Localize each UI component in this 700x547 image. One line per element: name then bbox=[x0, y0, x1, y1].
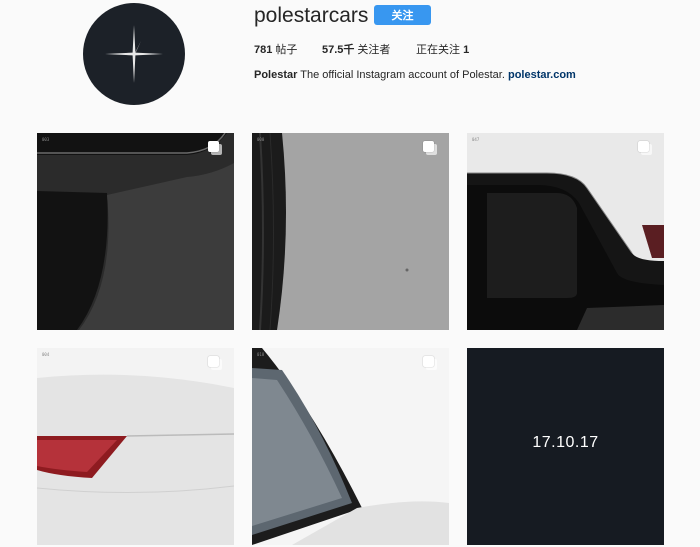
profile-bio: Polestar The official Instagram account … bbox=[254, 69, 576, 81]
profile-page: polestarcars 关注 781 帖子 57.5千 关注者 正在关注 1 Po… bbox=[0, 0, 700, 547]
post-tile[interactable]: 000 bbox=[252, 133, 449, 330]
profile-avatar[interactable] bbox=[83, 3, 185, 105]
multiple-posts-icon bbox=[638, 141, 652, 155]
followers-count: 57.5千 bbox=[322, 44, 355, 56]
following-stat[interactable]: 正在关注 1 bbox=[416, 41, 472, 57]
post-tile[interactable]: 17.10.17 bbox=[467, 348, 664, 545]
bio-link[interactable]: polestar.com bbox=[508, 69, 576, 81]
post-image bbox=[37, 133, 234, 330]
multiple-posts-icon bbox=[208, 141, 222, 155]
following-label: 正在关注 bbox=[416, 44, 460, 56]
post-tile[interactable]: 003 bbox=[37, 133, 234, 330]
post-image bbox=[252, 348, 449, 545]
post-number: 004 bbox=[42, 352, 50, 357]
post-tile[interactable]: 018 bbox=[252, 348, 449, 545]
bio-name: Polestar bbox=[254, 69, 298, 81]
multiple-posts-icon bbox=[423, 141, 437, 155]
post-number: 018 bbox=[257, 352, 265, 357]
post-tile[interactable]: 004 bbox=[37, 348, 234, 545]
followers-stat[interactable]: 57.5千 关注者 bbox=[322, 41, 390, 57]
post-number: 047 bbox=[472, 137, 480, 142]
multiple-posts-icon bbox=[423, 356, 437, 370]
bio-text: The official Instagram account of Polest… bbox=[300, 69, 505, 81]
post-date-text: 17.10.17 bbox=[532, 434, 599, 451]
polestar-logo-icon bbox=[105, 25, 163, 83]
posts-count: 781 bbox=[254, 44, 273, 56]
post-image bbox=[37, 348, 234, 545]
follow-button[interactable]: 关注 bbox=[374, 5, 431, 25]
profile-username: polestarcars bbox=[254, 4, 369, 27]
posts-label: 帖子 bbox=[275, 44, 298, 56]
post-image bbox=[252, 133, 449, 330]
post-image bbox=[467, 133, 664, 330]
followers-label: 关注者 bbox=[357, 44, 391, 56]
posts-stat: 781 帖子 bbox=[254, 41, 297, 57]
following-count: 1 bbox=[463, 44, 470, 56]
post-number: 000 bbox=[257, 137, 265, 142]
multiple-posts-icon bbox=[208, 356, 222, 370]
post-number: 003 bbox=[42, 137, 50, 142]
post-tile[interactable]: 047 bbox=[467, 133, 664, 330]
